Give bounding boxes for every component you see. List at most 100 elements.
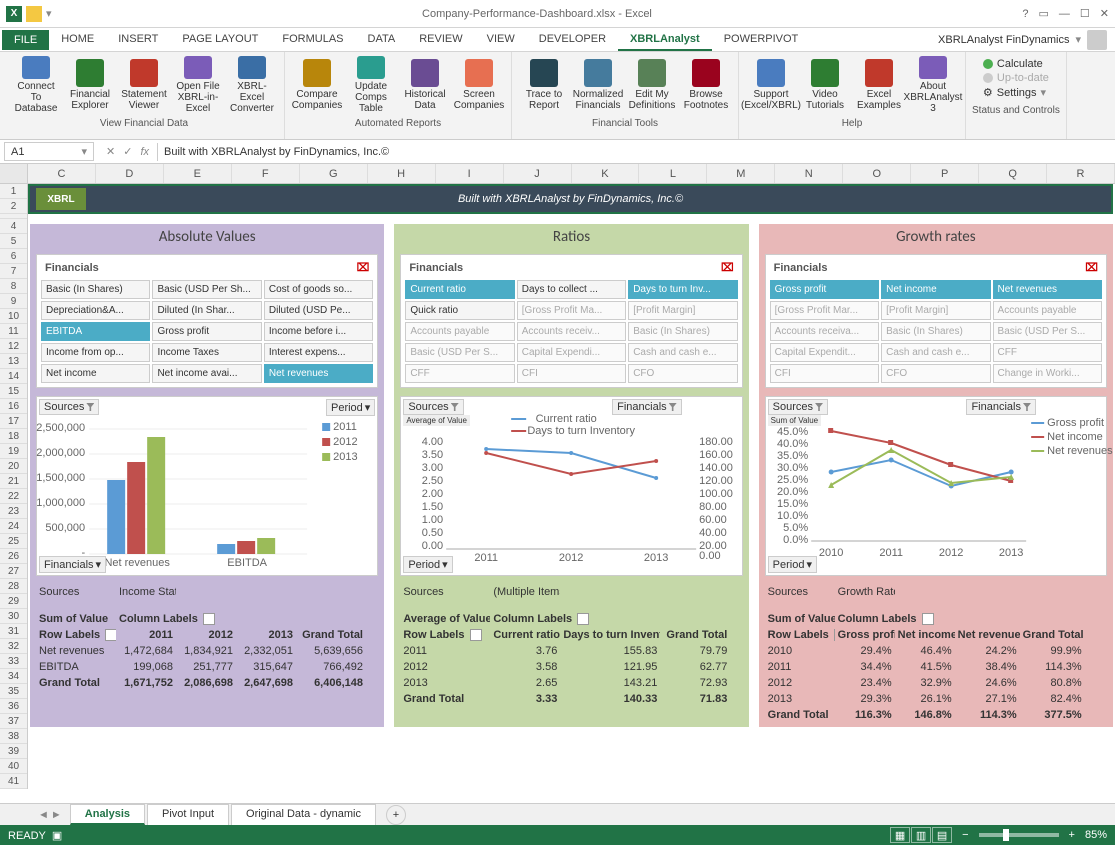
ribbon-btn-screen-companies[interactable]: Screen Companies — [453, 54, 505, 116]
calculate-button[interactable]: Calculate — [983, 58, 1049, 70]
row-header[interactable]: 2 — [0, 199, 27, 214]
slicer-option[interactable]: [Profit Margin] — [881, 301, 990, 320]
row-header[interactable]: 41 — [0, 774, 27, 789]
avatar[interactable] — [1087, 30, 1107, 50]
slicer-option[interactable]: Basic (In Shares) — [41, 280, 150, 299]
tab-home[interactable]: HOME — [49, 29, 106, 51]
row-header[interactable]: 9 — [0, 294, 27, 309]
row-header[interactable]: 14 — [0, 369, 27, 384]
clear-filter-icon[interactable]: ⌧ — [1085, 261, 1098, 274]
row-header[interactable]: 40 — [0, 759, 27, 774]
ribbon-btn-update-comps-table[interactable]: Update Comps Table — [345, 54, 397, 116]
ribbon-btn-financial-explorer[interactable]: Financial Explorer — [64, 54, 116, 116]
tab-xbrlanalyst[interactable]: XBRLAnalyst — [618, 29, 712, 51]
slicer-option[interactable]: Income Taxes — [152, 343, 261, 362]
row-header[interactable]: 23 — [0, 504, 27, 519]
financials-tag[interactable]: Financials — [966, 399, 1036, 415]
ribbon-btn-compare-companies[interactable]: Compare Companies — [291, 54, 343, 116]
slicer-option[interactable]: EBITDA — [41, 322, 150, 341]
slicer-option[interactable]: Net revenues — [993, 280, 1102, 299]
slicer-option[interactable]: Accounts payable — [993, 301, 1102, 320]
financials-tag[interactable]: Financials▾ — [39, 556, 106, 573]
ribbon-btn-about-xbrlanalyst-[interactable]: About XBRLAnalyst 3 — [907, 54, 959, 116]
row-header[interactable]: 5 — [0, 234, 27, 249]
slicer-option[interactable]: Quick ratio — [405, 301, 514, 320]
slicer-option[interactable]: Depreciation&A... — [41, 301, 150, 320]
chart-growth[interactable]: Sources Financials Period▾ Sum of Value … — [765, 396, 1107, 576]
slicer-option[interactable]: Basic (USD Per S... — [405, 343, 514, 362]
col-header[interactable]: J — [504, 164, 572, 183]
slicer-option[interactable]: CFI — [770, 364, 879, 383]
row-header[interactable]: 34 — [0, 669, 27, 684]
slicer-option[interactable]: Days to collect ... — [517, 280, 626, 299]
col-header[interactable]: O — [843, 164, 911, 183]
slicer-financials-2[interactable]: Financials⌧ Current ratioDays to collect… — [400, 254, 742, 388]
col-header[interactable]: L — [639, 164, 707, 183]
sources-tag[interactable]: Sources — [39, 399, 99, 415]
row-header[interactable]: 17 — [0, 414, 27, 429]
slicer-option[interactable]: Diluted (USD Pe... — [264, 301, 373, 320]
ribbon-btn-statement-viewer[interactable]: Statement Viewer — [118, 54, 170, 116]
row-header[interactable]: 36 — [0, 699, 27, 714]
pivot-growth[interactable]: SourcesGrowth Rate Sum of ValueColumn La… — [765, 584, 1107, 723]
sheet-tab-pivot-input[interactable]: Pivot Input — [147, 804, 229, 825]
row-header[interactable]: 18 — [0, 429, 27, 444]
slicer-option[interactable]: Cash and cash e... — [881, 343, 990, 362]
tab-developer[interactable]: DEVELOPER — [527, 29, 618, 51]
help-icon[interactable]: ? — [1022, 8, 1028, 20]
col-header[interactable]: E — [164, 164, 232, 183]
slicer-option[interactable]: Gross profit — [770, 280, 879, 299]
row-header[interactable]: 22 — [0, 489, 27, 504]
tab-review[interactable]: REVIEW — [407, 29, 474, 51]
zoom-slider[interactable] — [979, 833, 1059, 837]
row-header[interactable]: 4 — [0, 219, 27, 234]
ribbon-options-icon[interactable]: ▭ — [1039, 7, 1049, 20]
ribbon-btn-video-tutorials[interactable]: Video Tutorials — [799, 54, 851, 116]
sheet-tab-analysis[interactable]: Analysis — [70, 804, 145, 825]
prev-sheet-icon[interactable]: ◄ — [38, 809, 49, 821]
row-header[interactable]: 30 — [0, 609, 27, 624]
slicer-option[interactable]: Diluted (In Shar... — [152, 301, 261, 320]
row-header[interactable]: 8 — [0, 279, 27, 294]
close-icon[interactable]: ✕ — [1100, 7, 1109, 20]
tab-file[interactable]: FILE — [2, 30, 49, 50]
financials-tag[interactable]: Financials — [612, 399, 682, 415]
sources-tag[interactable]: Sources — [403, 399, 463, 415]
row-header[interactable]: 32 — [0, 639, 27, 654]
slicer-option[interactable]: CFO — [881, 364, 990, 383]
normal-view-icon[interactable]: ▦ — [890, 827, 910, 843]
row-header[interactable]: 16 — [0, 399, 27, 414]
row-header[interactable]: 1 — [0, 184, 27, 199]
chart-absolute[interactable]: Sources Period▾ Financials▾ 2,500,000 2,… — [36, 396, 378, 576]
row-header[interactable]: 11 — [0, 324, 27, 339]
slicer-option[interactable]: Accounts payable — [405, 322, 514, 341]
col-header[interactable]: C — [28, 164, 96, 183]
clear-filter-icon[interactable]: ⌧ — [357, 261, 370, 274]
slicer-option[interactable]: Days to turn Inv... — [628, 280, 737, 299]
row-header[interactable]: 12 — [0, 339, 27, 354]
tab-data[interactable]: DATA — [356, 29, 408, 51]
ribbon-btn-open-file-xbrl-in-excel[interactable]: Open File XBRL-in-Excel — [172, 54, 224, 116]
col-header[interactable]: P — [911, 164, 979, 183]
slicer-option[interactable]: Accounts receiva... — [770, 322, 879, 341]
col-header[interactable]: F — [232, 164, 300, 183]
row-header[interactable]: 6 — [0, 249, 27, 264]
col-header[interactable]: I — [436, 164, 504, 183]
clear-filter-icon[interactable]: ⌧ — [721, 261, 734, 274]
slicer-option[interactable]: Capital Expendi... — [517, 343, 626, 362]
pivot-ratios[interactable]: Sources(Multiple Items) Average of Value… — [400, 584, 742, 707]
tab-formulas[interactable]: FORMULAS — [270, 29, 355, 51]
col-header[interactable]: D — [96, 164, 164, 183]
slicer-option[interactable]: [Profit Margin] — [628, 301, 737, 320]
row-header[interactable]: 29 — [0, 594, 27, 609]
tab-page-layout[interactable]: PAGE LAYOUT — [170, 29, 270, 51]
slicer-option[interactable]: CFF — [993, 343, 1102, 362]
zoom-level[interactable]: 85% — [1085, 829, 1107, 841]
slicer-option[interactable]: Interest expens... — [264, 343, 373, 362]
col-header[interactable]: H — [368, 164, 436, 183]
slicer-option[interactable]: Capital Expendit... — [770, 343, 879, 362]
chart-ratios[interactable]: Sources Financials Period▾ Average of Va… — [400, 396, 742, 576]
period-tag[interactable]: Period▾ — [326, 399, 375, 416]
row-header[interactable]: 33 — [0, 654, 27, 669]
name-box[interactable]: A1▾ — [4, 142, 94, 161]
